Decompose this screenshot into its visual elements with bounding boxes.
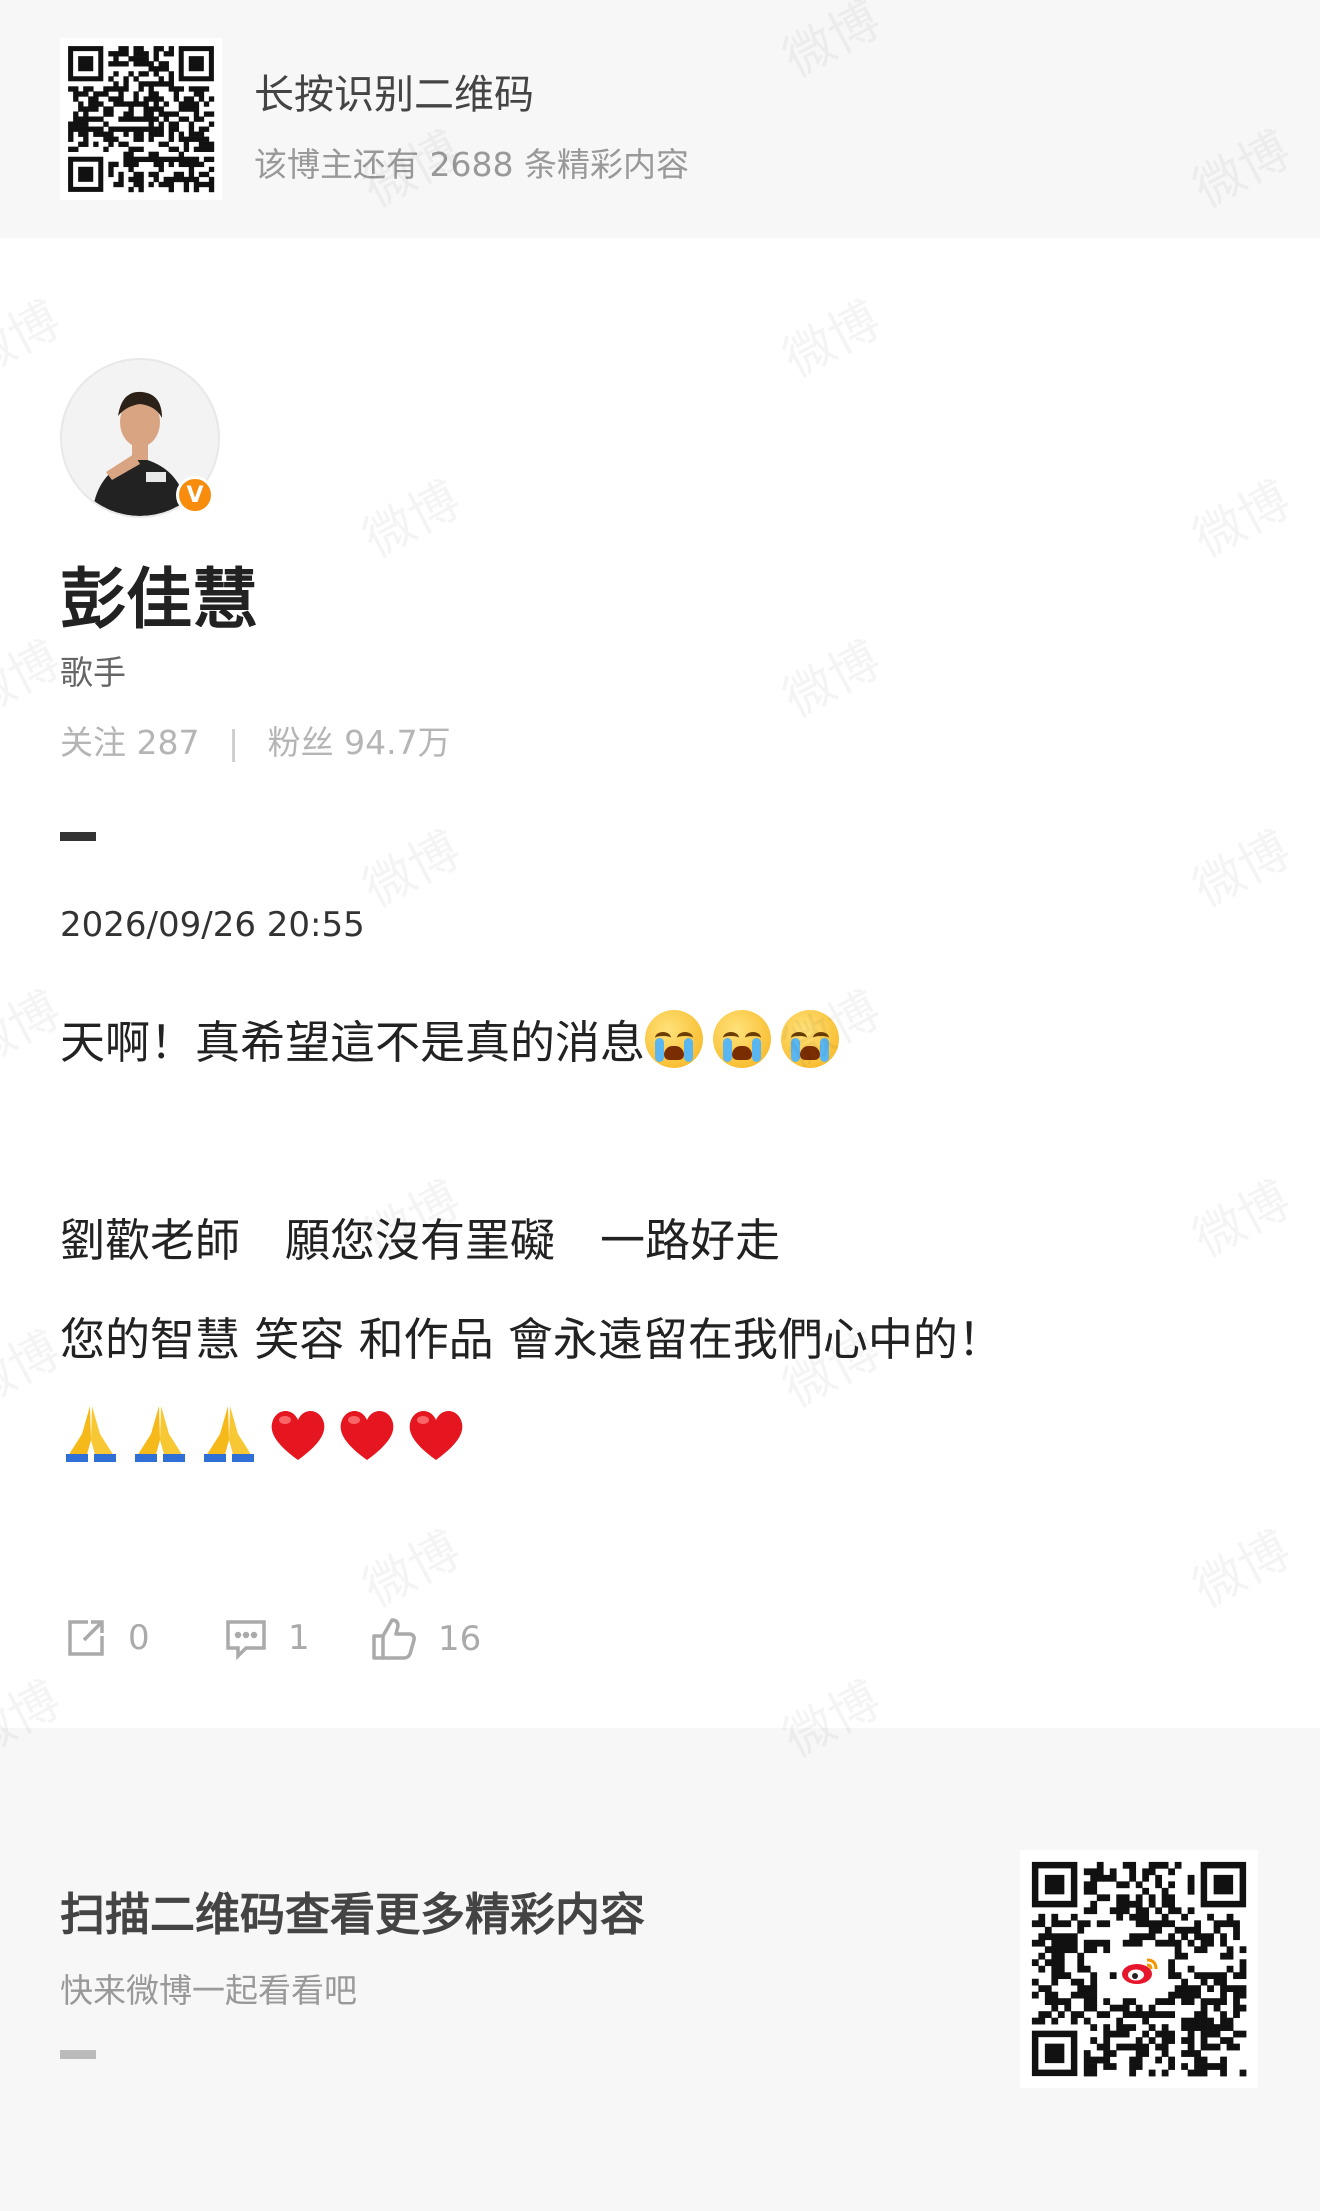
footer-divider [60, 2050, 96, 2059]
comment-button[interactable]: 1 [224, 1616, 310, 1660]
watermark-text: 微博 [769, 621, 891, 732]
post-text: 天啊！真希望這不是真的消息 [60, 1016, 646, 1069]
stats-separator: | [228, 723, 240, 762]
post-text-line-2: 劉歡老師 願您沒有罣礙 一路好走 [60, 1214, 781, 1267]
watermark-text: 微博 [349, 1511, 471, 1622]
post-text-line-1: 天啊！真希望這不是真的消息 [60, 1006, 849, 1071]
like-count: 16 [438, 1619, 482, 1659]
watermark-text: 微博 [349, 461, 471, 572]
followers-label: 粉丝 [267, 723, 334, 762]
loudly-crying-face-icon [645, 1010, 704, 1068]
footer-panel: 扫描二维码查看更多精彩内容 快来微博一起看看吧 [0, 1728, 1320, 2211]
top-banner: 长按识别二维码 该博主还有 2688 条精彩内容 [0, 0, 1320, 238]
comment-count: 1 [288, 1618, 310, 1658]
post-timestamp: 2026/09/26 20:55 [60, 905, 365, 945]
repost-count: 0 [128, 1618, 150, 1658]
section-divider [60, 832, 96, 841]
thumbs-up-icon [372, 1618, 416, 1660]
watermark-text: 微博 [769, 281, 891, 392]
profile-description: 歌手 [60, 653, 126, 692]
footer-subtitle: 快来微博一起看看吧 [60, 1971, 357, 2010]
watermark-text: 微博 [1179, 1511, 1301, 1622]
post-text-line-3: 您的智慧 笑容 和作品 會永遠留在我們心中的！ [60, 1313, 1003, 1366]
weibo-logo-icon [1117, 1947, 1163, 1993]
following-label: 关注 [60, 723, 126, 762]
folded-hands-icon [66, 1406, 116, 1462]
watermark-text: 微博 [1179, 461, 1301, 572]
red-heart-icon [409, 1411, 463, 1460]
followers-count: 94.7万 [344, 723, 451, 762]
folded-hands-icon [204, 1406, 254, 1462]
following-count: 287 [136, 723, 200, 762]
profile-stats: 关注 287 | 粉丝 94.7万 [60, 716, 451, 764]
like-button[interactable]: 16 [370, 1616, 481, 1662]
footer-title: 扫描二维码查看更多精彩内容 [60, 1888, 646, 1941]
profile-name[interactable]: 彭佳慧 [60, 546, 258, 642]
folded-hands-icon [135, 1406, 185, 1462]
watermark-text: 微博 [1179, 811, 1301, 922]
repost-icon [68, 1620, 104, 1656]
verified-badge-icon: V [176, 476, 214, 514]
red-heart-icon [271, 1411, 325, 1460]
post-emoji-line [60, 1400, 474, 1467]
watermark-text: 微博 [349, 811, 471, 922]
banner-subtitle: 该博主还有 2688 条精彩内容 [254, 145, 689, 184]
banner-title: 长按识别二维码 [254, 72, 534, 118]
watermark-text: 微博 [1179, 1161, 1301, 1272]
loudly-crying-face-icon [713, 1010, 772, 1068]
watermark-text: 微博 [0, 281, 71, 392]
comment-icon [226, 1620, 266, 1660]
loudly-crying-face-icon [781, 1010, 840, 1068]
repost-button[interactable]: 0 [64, 1616, 150, 1660]
profile-qr-code[interactable] [60, 38, 222, 200]
red-heart-icon [340, 1411, 394, 1460]
